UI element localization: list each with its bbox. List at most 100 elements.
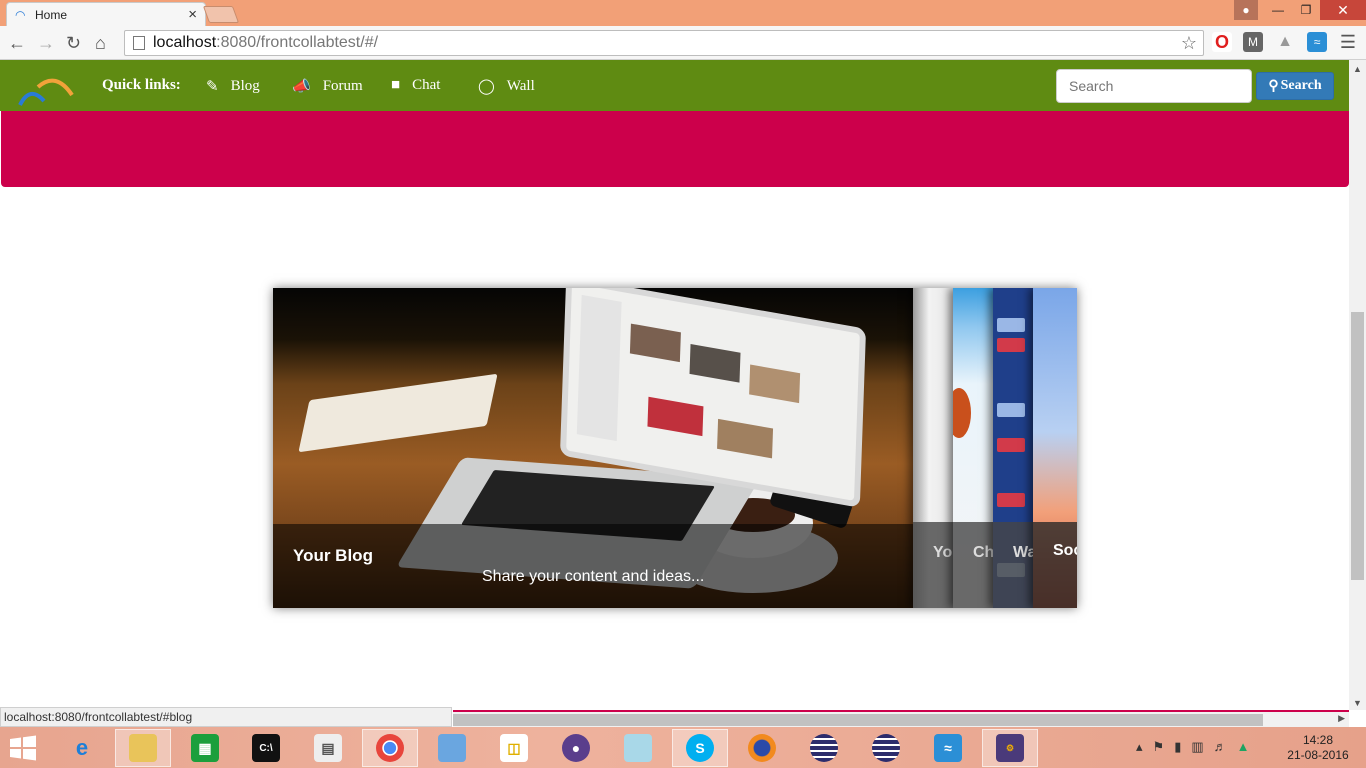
taskbar-eclipse-2[interactable] <box>858 729 914 767</box>
site-logo-icon[interactable] <box>16 75 76 107</box>
taskbar-java-ee[interactable]: ⚙ <box>982 729 1038 767</box>
volume-icon[interactable]: ♬ <box>1214 739 1227 755</box>
taskbar-eclipse-1[interactable] <box>796 729 852 767</box>
slide-strip-3[interactable]: Wa <box>993 288 1033 608</box>
slide-subtitle: Share your content and ideas... <box>482 568 705 585</box>
address-bar[interactable]: localhost:8080/frontcollabtest/#/ ☆ <box>124 30 1204 56</box>
slide-strip-label: Wa <box>1013 544 1033 561</box>
taskbar-skype[interactable]: S <box>672 729 728 767</box>
home-icon[interactable]: ⌂ <box>95 33 106 53</box>
search-button[interactable]: ⚲ Search <box>1256 72 1334 100</box>
new-tab-button[interactable] <box>202 6 240 23</box>
taskbar-app-blue[interactable] <box>424 729 480 767</box>
scroll-up-icon[interactable]: ▲ <box>1353 64 1362 74</box>
taskbar-ie[interactable]: e <box>54 729 110 767</box>
window-app-icon <box>438 734 466 762</box>
taskbar-store[interactable]: ▦ <box>177 729 233 767</box>
folder-icon <box>129 734 157 762</box>
skype-icon: S <box>686 734 714 762</box>
nav-link-forum[interactable]: 📣 Forum <box>292 77 363 96</box>
notebook-image <box>298 373 498 453</box>
site-navbar: Quick links: ✎ Blog 📣 Forum ■ Chat ◯ Wal… <box>0 60 1349 111</box>
page-icon <box>133 36 145 50</box>
drive-extension-icon[interactable]: ▲ <box>1275 32 1295 52</box>
chrome-icon <box>376 734 404 762</box>
scroll-down-icon[interactable]: ▼ <box>1353 698 1362 708</box>
forward-icon[interactable]: → <box>37 33 55 53</box>
clock-date: 21-08-2016 <box>1287 748 1349 762</box>
nav-link-label: Forum <box>322 78 363 94</box>
site-favicon-icon: ◠ <box>15 7 26 22</box>
book-icon: ▤ <box>314 734 342 762</box>
taskbar-explorer[interactable] <box>115 729 171 767</box>
tray-expand-icon[interactable]: ▴ <box>1136 739 1143 755</box>
address-path: :8080/frontcollabtest/#/ <box>216 34 379 51</box>
slide-strip-4[interactable]: Soc <box>1033 288 1077 608</box>
minimize-icon[interactable]: — <box>1264 0 1292 20</box>
restore-icon[interactable]: ❐ <box>1292 0 1320 20</box>
nav-link-chat[interactable]: ■ Chat <box>391 77 440 94</box>
browser-toolbar: ← → ↻ ⌂ localhost:8080/frontcollabtest/#… <box>0 26 1366 60</box>
battery-icon[interactable]: ▮ <box>1174 739 1181 755</box>
browser-tab[interactable]: ◠ Home × <box>6 2 206 26</box>
slide-blog[interactable]: Your Blog Share your content and ideas..… <box>273 288 913 608</box>
windows-start-icon[interactable] <box>8 735 38 761</box>
image-slider: Your Blog Share your content and ideas..… <box>273 288 1077 608</box>
taskbar-database[interactable]: ◫ <box>486 729 542 767</box>
status-bar: localhost:8080/frontcollabtest/#blog <box>0 707 452 727</box>
hscroll-thumb[interactable] <box>453 714 1263 726</box>
browser-titlebar: ◠ Home × ● — ❐ ✕ <box>0 0 1366 26</box>
extension-m-icon[interactable]: M <box>1243 32 1263 52</box>
slide-strip-label: Soc <box>1053 542 1077 559</box>
wave-app-icon: ≈ <box>934 734 962 762</box>
taskbar-cmd[interactable]: C:\ <box>238 729 294 767</box>
github-icon: ● <box>562 734 590 762</box>
slide-caption: Your Blog Share your content and ideas..… <box>273 524 913 608</box>
firefox-icon <box>748 734 776 762</box>
tab-close-icon[interactable]: × <box>188 6 197 23</box>
header-banner <box>1 111 1349 187</box>
search-input[interactable] <box>1056 69 1252 103</box>
nav-link-wall[interactable]: ◯ Wall <box>478 77 535 96</box>
nav-link-blog[interactable]: ✎ Blog <box>206 77 260 96</box>
editor-icon <box>624 734 652 762</box>
address-host: localhost <box>153 34 217 51</box>
taskbar-clock[interactable]: 14:28 21-08-2016 <box>1286 733 1350 763</box>
quick-links-label: Quick links: <box>102 77 181 93</box>
chrome-menu-icon[interactable]: ☰ <box>1340 32 1356 53</box>
taskbar-app-wave[interactable]: ≈ <box>920 729 976 767</box>
vertical-scrollbar[interactable]: ▲ ▼ <box>1349 60 1366 710</box>
signal-icon[interactable]: ▥ <box>1191 739 1203 755</box>
store-icon: ▦ <box>191 734 219 762</box>
window-close-icon[interactable]: ✕ <box>1320 0 1366 20</box>
slide-title: Your Blog <box>293 546 373 565</box>
taskbar-editor[interactable] <box>610 729 666 767</box>
slide-strip-1[interactable]: Yo <box>913 288 953 608</box>
taskbar-firefox[interactable] <box>734 729 790 767</box>
flag-icon[interactable]: ⚑ <box>1153 739 1165 755</box>
back-icon[interactable]: ← <box>8 33 26 53</box>
database-icon: ◫ <box>500 734 528 762</box>
comment-icon: ■ <box>391 77 401 93</box>
slide-strip-2[interactable]: Ch <box>953 288 993 608</box>
user-profile-icon[interactable]: ● <box>1234 0 1258 20</box>
reload-icon[interactable]: ↻ <box>66 33 81 53</box>
taskbar-reader[interactable]: ▤ <box>300 729 356 767</box>
extension-blue-icon[interactable]: ≈ <box>1307 32 1327 52</box>
bookmark-star-icon[interactable]: ☆ <box>1181 33 1197 54</box>
slide-strip-label: Ch <box>973 544 993 561</box>
eclipse-icon <box>872 734 900 762</box>
scroll-thumb[interactable] <box>1351 312 1364 580</box>
bullhorn-icon: 📣 <box>292 79 311 95</box>
scroll-right-icon[interactable]: ▶ <box>1338 713 1345 724</box>
clock-time: 14:28 <box>1302 733 1334 747</box>
slide-strip-label: Yo <box>933 544 953 561</box>
google-drive-icon[interactable]: ▲ <box>1237 739 1250 755</box>
taskbar-chrome[interactable] <box>362 729 418 767</box>
ie-icon: e <box>75 735 89 760</box>
tab-title: Home <box>35 7 68 22</box>
taskbar-github[interactable]: ● <box>548 729 604 767</box>
opera-extension-icon[interactable]: O <box>1212 32 1232 52</box>
window-controls: ● — ❐ ✕ <box>1234 0 1366 20</box>
horizontal-scrollbar[interactable]: ▶ <box>453 710 1349 727</box>
